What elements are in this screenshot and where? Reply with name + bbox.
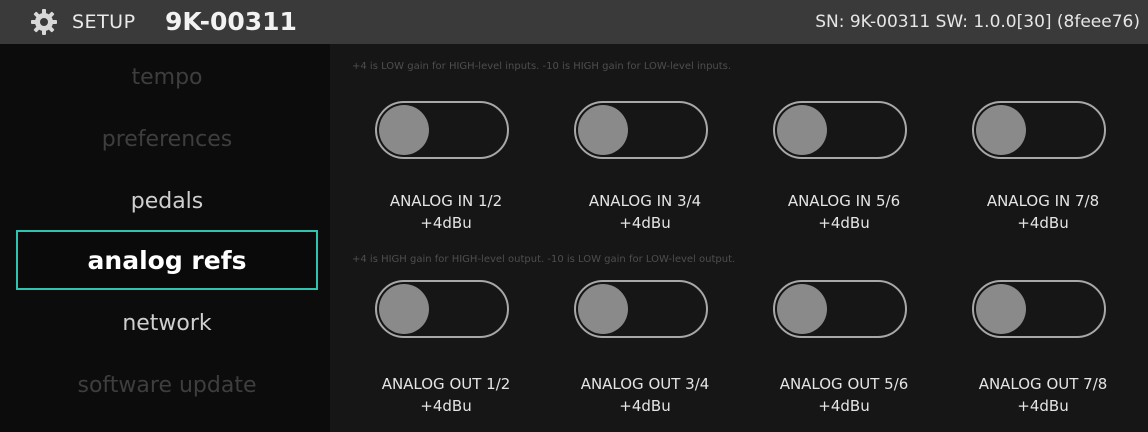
sidebar-item-analog-refs[interactable]: analog refs bbox=[16, 230, 318, 290]
toggle-knob bbox=[578, 105, 628, 155]
analog-in-5-6-label: ANALOG IN 5/6 bbox=[787, 192, 901, 210]
toggle-knob bbox=[976, 284, 1026, 334]
analog-out-3-4-label: ANALOG OUT 3/4 bbox=[580, 375, 710, 393]
analog-in-3-4-label: ANALOG IN 3/4 bbox=[588, 192, 702, 210]
analog-in-5-6-toggle[interactable] bbox=[773, 101, 907, 159]
device-id: 9K-00311 bbox=[165, 7, 297, 36]
analog-in-1-2-value: +4dBu bbox=[420, 214, 472, 232]
title-bar: SETUP 9K-00311 SN: 9K-00311 SW: 1.0.0[30… bbox=[0, 0, 1148, 44]
setup-label: SETUP bbox=[72, 11, 136, 33]
analog-out-7-8-toggle[interactable] bbox=[972, 280, 1106, 338]
analog-out-3-4-toggle[interactable] bbox=[574, 280, 708, 338]
analog-in-7-8-label: ANALOG IN 7/8 bbox=[986, 192, 1100, 210]
analog-in-1-2-label: ANALOG IN 1/2 bbox=[389, 192, 503, 210]
toggle-knob bbox=[777, 105, 827, 155]
serial-software-info: SN: 9K-00311 SW: 1.0.0[30] (8feee76) bbox=[815, 12, 1140, 32]
settings-sidebar: tempo preferences pedals analog refs net… bbox=[0, 44, 330, 432]
analog-out-5-6-label: ANALOG OUT 5/6 bbox=[779, 375, 909, 393]
analog-refs-panel: +4 is LOW gain for HIGH-level inputs. -1… bbox=[330, 44, 1148, 432]
toggle-knob bbox=[379, 284, 429, 334]
sidebar-item-network[interactable]: network bbox=[16, 293, 318, 353]
analog-in-7-8-value: +4dBu bbox=[1017, 214, 1069, 232]
analog-out-7-8-value: +4dBu bbox=[1017, 397, 1069, 415]
analog-in-7-8-toggle[interactable] bbox=[972, 101, 1106, 159]
analog-out-5-6-value: +4dBu bbox=[818, 397, 870, 415]
analog-out-1-2-value: +4dBu bbox=[420, 397, 472, 415]
analog-out-1-2-label: ANALOG OUT 1/2 bbox=[381, 375, 511, 393]
analog-in-5-6-value: +4dBu bbox=[818, 214, 870, 232]
input-gain-note: +4 is LOW gain for HIGH-level inputs. -1… bbox=[352, 61, 732, 72]
analog-in-3-4-toggle[interactable] bbox=[574, 101, 708, 159]
sidebar-item-tempo[interactable]: tempo bbox=[16, 47, 318, 107]
analog-out-3-4-value: +4dBu bbox=[619, 397, 671, 415]
sidebar-item-preferences[interactable]: preferences bbox=[16, 109, 318, 169]
gear-icon[interactable] bbox=[30, 8, 58, 36]
sidebar-item-software-update[interactable]: software update bbox=[16, 355, 318, 415]
analog-out-7-8-label: ANALOG OUT 7/8 bbox=[978, 375, 1108, 393]
analog-in-1-2-toggle[interactable] bbox=[375, 101, 509, 159]
toggle-knob bbox=[379, 105, 429, 155]
sidebar-item-pedals[interactable]: pedals bbox=[16, 171, 318, 231]
analog-out-1-2-toggle[interactable] bbox=[375, 280, 509, 338]
analog-in-3-4-value: +4dBu bbox=[619, 214, 671, 232]
analog-out-5-6-toggle[interactable] bbox=[773, 280, 907, 338]
output-gain-note: +4 is HIGH gain for HIGH-level output. -… bbox=[352, 254, 736, 265]
toggle-knob bbox=[578, 284, 628, 334]
toggle-knob bbox=[976, 105, 1026, 155]
toggle-knob bbox=[777, 284, 827, 334]
